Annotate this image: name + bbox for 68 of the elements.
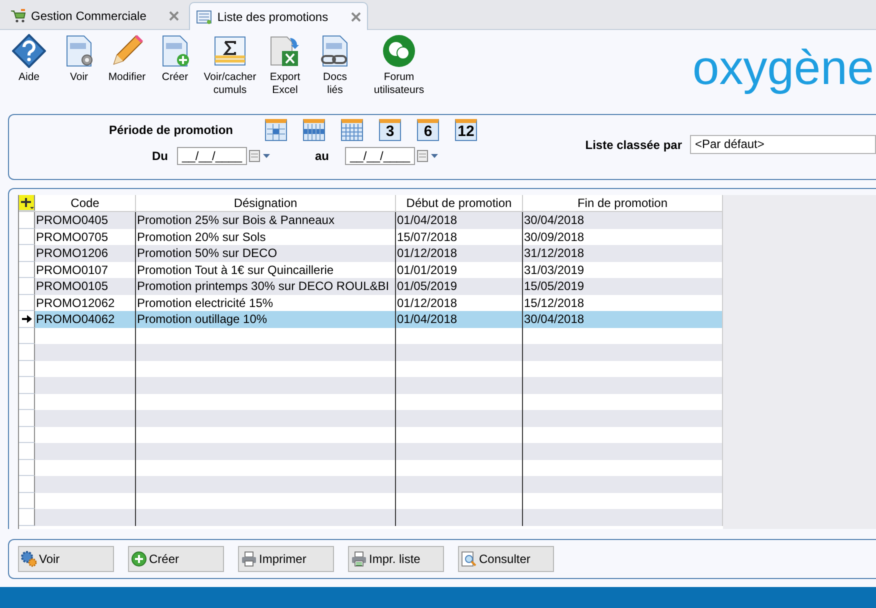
table-cell: Promotion printemps 30% sur DECO ROUL&BI	[136, 278, 396, 294]
table-cell: 01/05/2019	[396, 278, 523, 294]
close-icon[interactable]	[169, 10, 180, 20]
from-label: Du	[152, 149, 169, 163]
table-cell: PROMO04062	[35, 311, 136, 328]
toolbar-button[interactable]: Voir/cacher cumuls	[200, 34, 260, 97]
printer-icon	[351, 551, 367, 567]
sort-label: Liste classée par	[585, 137, 682, 154]
date-field[interactable]: __/__/____	[177, 147, 247, 165]
table-row[interactable]: PROMO0405 Promotion 25% sur Bois & Panneaux 01/04/2018 30/04/2018	[19, 212, 723, 228]
sort-dropdown[interactable]: <Par défaut>	[690, 135, 876, 154]
tab[interactable]: Gestion Commerciale	[4, 2, 186, 29]
toolbar-button[interactable]: Export Excel	[262, 34, 308, 97]
sigma-table-icon	[213, 34, 247, 68]
list-icon	[196, 10, 212, 24]
help-icon	[12, 34, 46, 68]
period-button[interactable]: 6	[417, 119, 439, 141]
cart-icon	[10, 8, 26, 22]
table-cell: Promotion 25% sur Bois & Panneaux	[136, 212, 396, 228]
printer-icon	[241, 551, 257, 567]
toolbar-button[interactable]: Aide	[6, 34, 52, 97]
column-header[interactable]: Début de promotion	[396, 195, 523, 211]
tab-label: Liste des promotions	[217, 10, 328, 24]
period-label: Période de promotion	[109, 123, 234, 137]
close-icon[interactable]	[351, 12, 362, 22]
table-row[interactable]: PROMO04062 Promotion outillage 10% 01/04/2018 30/04/2018	[19, 311, 723, 328]
pencil-icon	[110, 34, 144, 68]
toolbar-button[interactable]: Créer	[152, 34, 198, 97]
period-button[interactable]: 3	[379, 119, 401, 141]
chat-bubbles-icon	[382, 34, 416, 68]
column-header[interactable]: Code	[35, 195, 136, 211]
gears-icon	[21, 551, 37, 567]
spreadsheet-export-icon	[268, 34, 302, 68]
plus-icon	[131, 551, 147, 567]
toolbar-button[interactable]: Voir	[56, 34, 102, 97]
logo: oxygène	[692, 42, 874, 96]
action-button[interactable]: Imprimer	[238, 546, 334, 572]
toolbar-button[interactable]: Docs liés	[312, 34, 358, 97]
calendar-icon[interactable]	[303, 119, 325, 141]
action-button[interactable]: Créer	[128, 546, 224, 572]
period-button[interactable]: 12	[455, 119, 477, 141]
table-cell: PROMO0405	[35, 212, 136, 228]
calendar-icon[interactable]	[341, 119, 363, 141]
toolbar-button[interactable]: Modifier	[104, 34, 150, 97]
tab[interactable]: Liste des promotions	[189, 2, 368, 30]
calendar-dropdown-icon[interactable]	[249, 150, 271, 162]
action-button[interactable]: Impr. liste	[348, 546, 444, 572]
action-button[interactable]: Consulter	[458, 546, 554, 572]
document-search-icon	[461, 551, 477, 567]
table-cell: Promotion 50% sur DECO	[136, 245, 396, 262]
date-field[interactable]: __/__/____	[345, 147, 415, 165]
to-label: au	[315, 149, 330, 163]
table-row[interactable]: PROMO0105 Promotion printemps 30% sur DECO ROUL&BI 01/05/2019 15/05/2019	[19, 278, 723, 294]
calendar-icon[interactable]	[265, 119, 287, 141]
arrow-icon	[22, 314, 32, 324]
toolbar-button[interactable]: Forum utilisateurs	[368, 34, 430, 97]
column-header[interactable]: Désignation	[136, 195, 396, 211]
table-row[interactable]: PROMO1206 Promotion 50% sur DECO 01/12/2018 31/12/2018	[19, 245, 723, 262]
action-button[interactable]: Voir	[18, 546, 114, 572]
table-cell: 01/04/2018	[396, 212, 523, 228]
table-cell: PROMO0105	[35, 278, 136, 294]
table-cell: 01/04/2018	[396, 311, 523, 328]
table-cell: 01/12/2018	[396, 245, 523, 262]
calendar-dropdown-icon[interactable]	[417, 150, 439, 162]
table-cell: PROMO1206	[35, 245, 136, 262]
tab-label: Gestion Commerciale	[31, 8, 146, 22]
table-cell: Promotion outillage 10%	[136, 311, 396, 328]
add-column-icon[interactable]	[19, 195, 35, 211]
